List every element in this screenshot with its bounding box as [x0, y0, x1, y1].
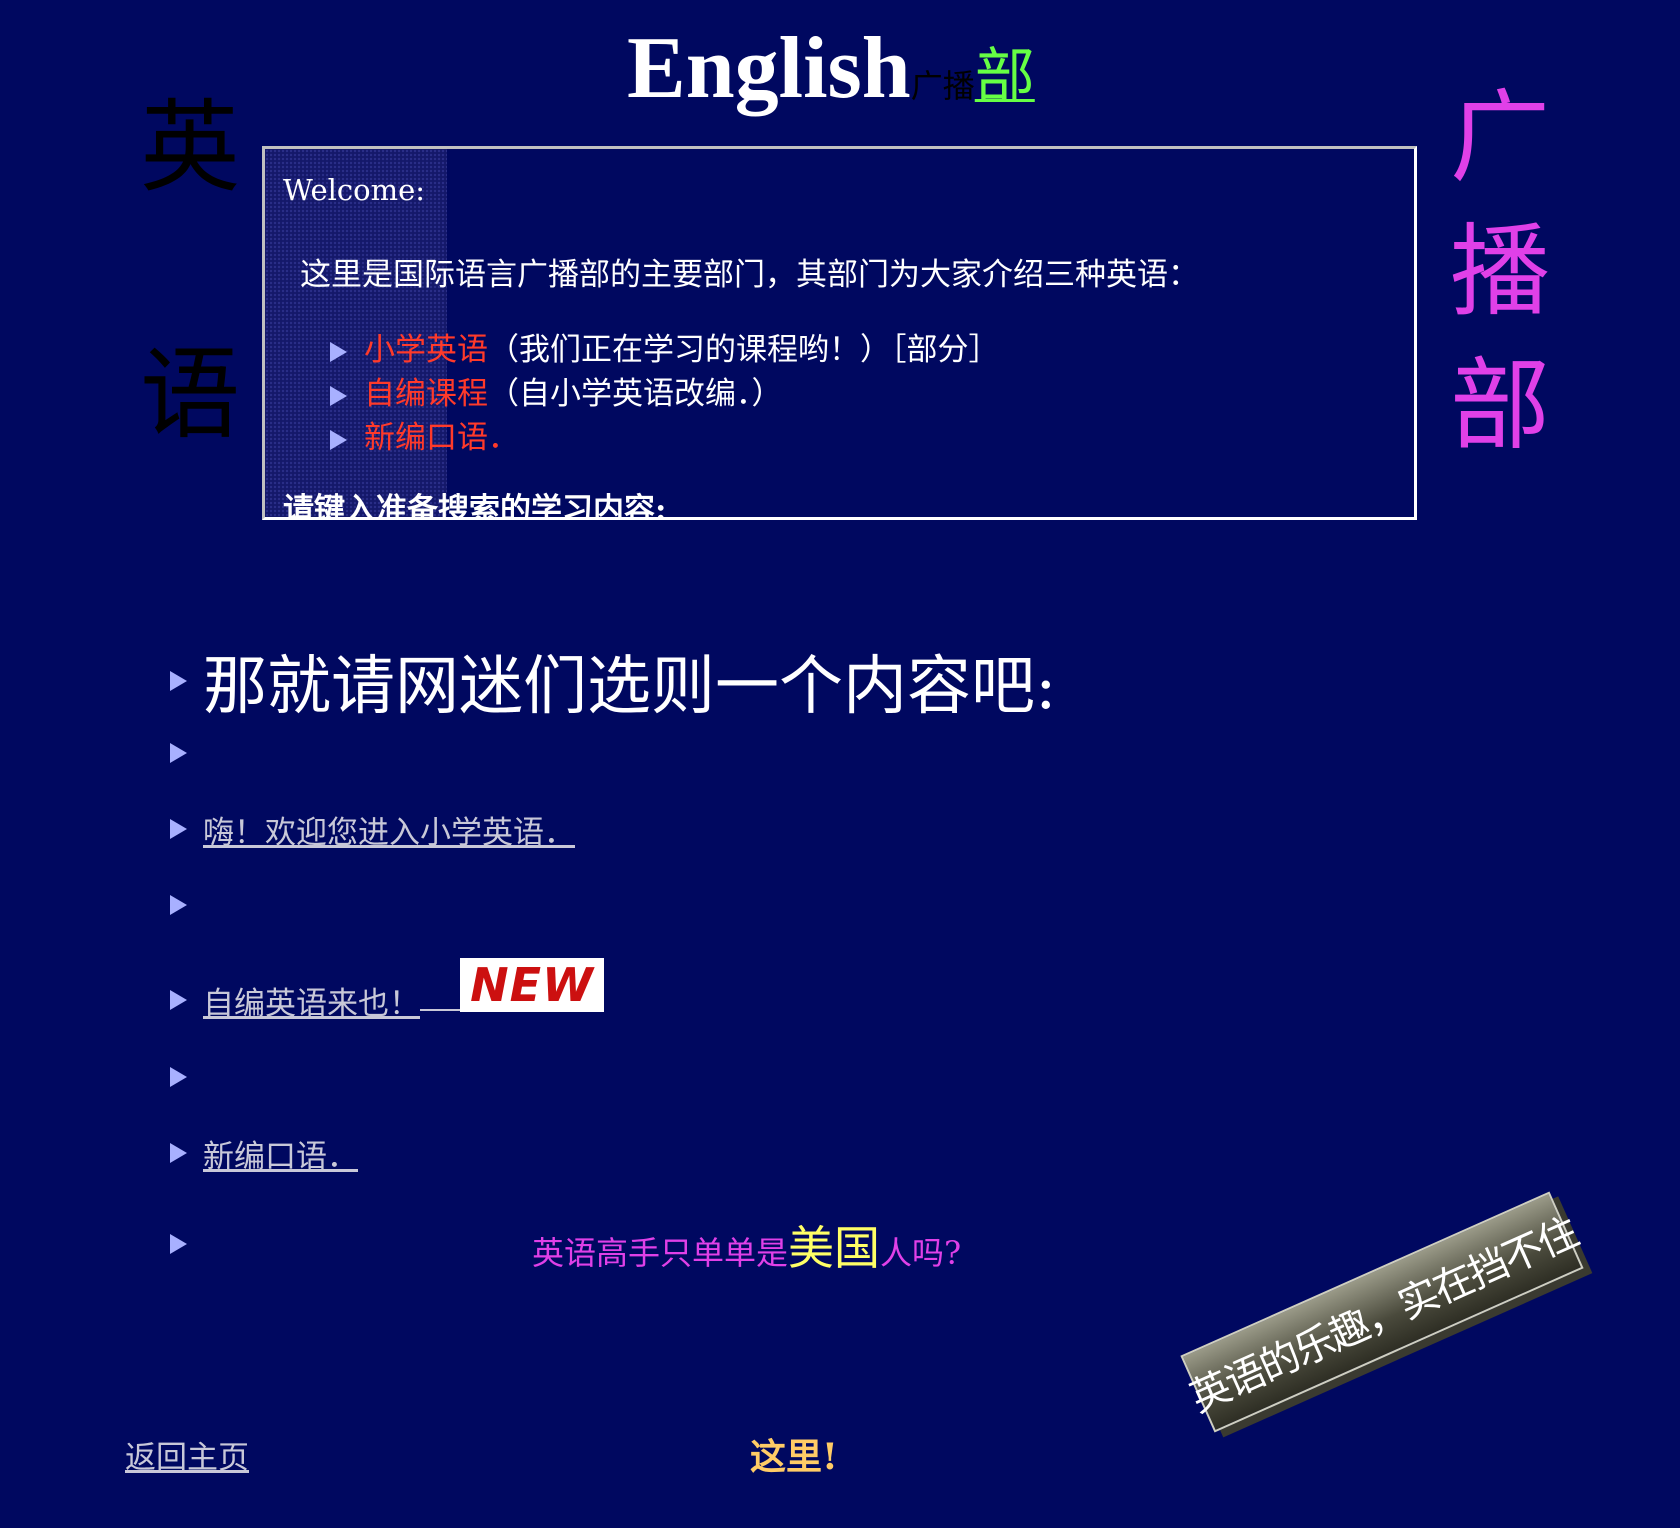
oral-english-row: 新编口语．: [170, 1131, 358, 1176]
bullet-triangle-icon: [330, 385, 347, 406]
bullet-triangle-icon: [170, 819, 187, 839]
welcome-box: Welcome: 这里是国际语言广播部的主要部门，其部门为大家介绍三种英语： 小…: [262, 146, 1417, 520]
self-made-english-row: 自编英语来也！ NEW: [170, 958, 604, 1023]
empty-row: [170, 1057, 203, 1097]
here-link[interactable]: 这里!: [750, 1428, 838, 1480]
bullet-triangle-icon: [170, 1143, 187, 1163]
bullet-triangle-icon: [170, 671, 187, 691]
question-part2: 人吗?: [880, 1234, 962, 1272]
list-item: 自编课程（自小学英语改编．）: [330, 368, 783, 413]
choose-heading: 那就请网迷们选则一个内容吧:: [203, 650, 1057, 724]
question-text: 英语高手只单单是美国人吗?: [532, 1212, 961, 1278]
bullet-triangle-icon: [170, 990, 187, 1010]
bullet-triangle-icon: [170, 743, 187, 763]
page-title: English广播部: [627, 18, 1035, 119]
list-item: 小学英语（我们正在学习的课程哟！）［部分］: [330, 324, 1000, 369]
item-title: 自编课程: [364, 376, 488, 412]
question-part1: 英语高手只单单是: [532, 1234, 789, 1272]
list-item: 新编口语．: [330, 412, 519, 457]
intro-text: 这里是国际语言广播部的主要部门，其部门为大家介绍三种英语：: [300, 257, 1199, 293]
oral-english-link[interactable]: 新编口语．: [203, 1131, 358, 1176]
side-char-yu: 语: [140, 336, 240, 453]
primary-english-link[interactable]: 嗨！欢迎您进入小学英语．: [203, 807, 575, 852]
choose-row: 那就请网迷们选则一个内容吧:: [170, 646, 1057, 724]
question-row: [170, 1224, 203, 1264]
bullet-triangle-icon: [330, 341, 347, 362]
title-english: English: [627, 20, 911, 117]
link-underline-spacer: [420, 989, 460, 1011]
home-link[interactable]: 返回主页: [125, 1432, 249, 1477]
empty-row: [170, 885, 203, 925]
side-char-bu: 部: [1450, 347, 1550, 464]
bullet-triangle-icon: [170, 1067, 187, 1087]
bullet-triangle-icon: [330, 429, 347, 450]
bullet-triangle-icon: [170, 1234, 187, 1254]
banner-image: 英语的乐趣，实在挡不住: [1180, 1191, 1584, 1433]
side-char-guang: 广: [1450, 79, 1550, 196]
item-description: （自小学英语改编．）: [488, 376, 783, 412]
new-badge: NEW: [460, 958, 604, 1012]
side-char-ying: 英: [140, 89, 240, 206]
primary-english-row: 嗨！欢迎您进入小学英语．: [170, 807, 575, 852]
search-prompt: 请键入准备搜索的学习内容:: [283, 492, 667, 520]
self-made-english-link[interactable]: 自编英语来也！: [203, 978, 420, 1023]
item-title: 小学英语: [364, 332, 488, 368]
title-department-link[interactable]: 部: [975, 42, 1035, 112]
bullet-triangle-icon: [170, 895, 187, 915]
question-big: 美国: [788, 1221, 881, 1275]
item-description: （我们正在学习的课程哟！）［部分］: [488, 332, 1000, 368]
side-char-bo: 播: [1450, 213, 1550, 330]
empty-row: [170, 733, 203, 773]
title-broadcast: 广播: [910, 67, 975, 105]
item-title: 新编口语．: [364, 420, 519, 456]
welcome-heading: Welcome:: [283, 173, 426, 207]
